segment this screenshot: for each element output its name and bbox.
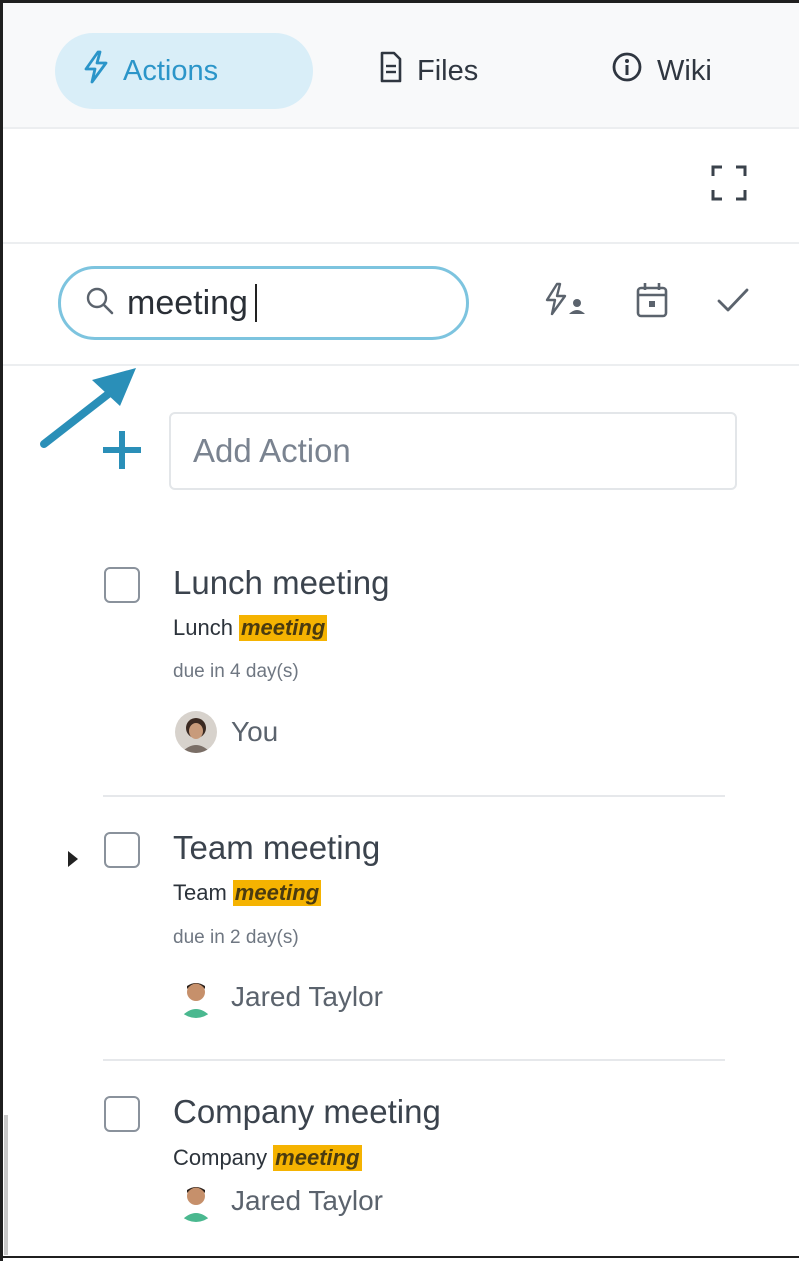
action-subtitle-text: Lunch — [173, 615, 233, 640]
action-subtitle: Team meeting — [173, 880, 322, 906]
scroll-edge — [4, 1115, 8, 1255]
search-icon — [85, 286, 115, 321]
action-due: due in 2 day(s) — [173, 927, 299, 948]
add-action-placeholder: Add Action — [193, 432, 351, 469]
action-checkbox[interactable] — [104, 1096, 140, 1132]
search-highlight: meeting — [238, 615, 328, 641]
search-row — [3, 244, 799, 366]
assignee-name: Jared Taylor — [231, 981, 384, 1012]
tab-wiki-label: Wiki — [657, 54, 712, 87]
search-highlight: meeting — [232, 880, 322, 906]
action-checkbox[interactable] — [104, 832, 140, 868]
expand-caret-icon[interactable] — [68, 851, 78, 867]
action-subtitle-text: Company — [173, 1145, 268, 1170]
action-assignee[interactable]: You — [175, 711, 278, 753]
text-cursor — [255, 284, 257, 322]
item-divider — [103, 795, 725, 797]
action-due: due in 4 day(s) — [173, 661, 299, 682]
action-assignee[interactable]: Jared Taylor — [175, 1180, 383, 1222]
tab-actions-label: Actions — [123, 54, 219, 87]
item-divider — [103, 1059, 725, 1061]
action-subtitle-text: Team — [173, 880, 227, 905]
add-action-plus-icon[interactable] — [100, 428, 144, 472]
checkmark-icon[interactable] — [715, 280, 751, 325]
avatar — [175, 976, 217, 1018]
assignee-name: You — [231, 716, 279, 747]
info-icon — [611, 51, 643, 91]
fullscreen-icon[interactable] — [709, 163, 749, 203]
action-title[interactable]: Team meeting — [173, 829, 380, 867]
tab-wiki[interactable]: Wiki — [583, 33, 763, 109]
action-subtitle: Lunch meeting — [173, 615, 328, 641]
calendar-icon[interactable] — [635, 280, 669, 325]
bolt-icon — [83, 50, 109, 92]
add-action-input[interactable]: Add Action — [169, 412, 737, 490]
action-title[interactable]: Company meeting — [173, 1093, 441, 1131]
frame-bottom-edge — [0, 1256, 799, 1258]
search-box — [58, 266, 469, 340]
search-highlight: meeting — [273, 1145, 362, 1171]
tab-bar: Actions Files Wiki — [3, 3, 799, 129]
toolbar-row — [3, 127, 799, 244]
tab-actions[interactable]: Actions — [55, 33, 313, 109]
assignee-name: Jared Taylor — [231, 1185, 384, 1216]
assigned-to-me-icon[interactable] — [543, 280, 589, 325]
action-subtitle: Company meeting — [173, 1145, 362, 1171]
document-icon — [379, 51, 403, 91]
avatar — [175, 1180, 217, 1222]
tab-files[interactable]: Files — [351, 33, 521, 109]
action-checkbox[interactable] — [104, 567, 140, 603]
action-title[interactable]: Lunch meeting — [173, 564, 389, 602]
search-input[interactable] — [127, 283, 387, 323]
action-assignee[interactable]: Jared Taylor — [175, 976, 383, 1018]
tab-files-label: Files — [417, 54, 479, 87]
avatar — [175, 711, 217, 753]
